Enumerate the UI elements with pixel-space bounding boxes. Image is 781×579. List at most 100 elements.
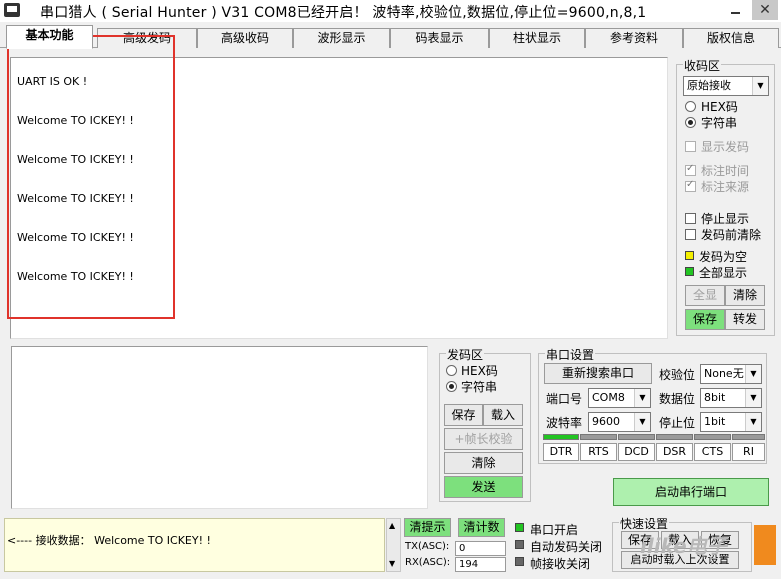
- chevron-down-icon: ▼: [634, 413, 650, 431]
- status-scrollbar[interactable]: ▲ ▼: [386, 518, 401, 572]
- dsr-button[interactable]: DSR: [656, 443, 693, 461]
- databits-value: 8bit: [704, 391, 726, 404]
- frame-recv-label: 帧接收关闭: [530, 557, 591, 571]
- corner-logo: [754, 525, 776, 565]
- send-panel: 发码区 HEX码 字符串 保存 载入 +帧长校验 清除 发送: [439, 346, 531, 502]
- stop-display-label: 停止显示: [701, 212, 750, 226]
- port-value: COM8: [592, 391, 625, 404]
- close-button[interactable]: ✕: [752, 0, 778, 20]
- send-string-radio[interactable]: [446, 381, 457, 392]
- mark-time-checkbox[interactable]: [685, 163, 696, 176]
- show-sent-checkbox[interactable]: [685, 141, 696, 152]
- ri-button[interactable]: RI: [732, 443, 765, 461]
- clear-before-send-checkbox[interactable]: [685, 229, 696, 240]
- send-textarea[interactable]: [11, 346, 428, 509]
- show-all-label: 全部显示: [699, 266, 748, 280]
- chevron-down-icon: ▼: [634, 389, 650, 407]
- window-title: 串口猎人 ( Serial Hunter ) V31 COM8已经开启！ 波特率…: [40, 5, 647, 21]
- tx-count-field: 0: [455, 541, 506, 556]
- rts-indicator: [580, 434, 617, 440]
- dtr-indicator: [543, 434, 579, 440]
- auto-send-led: [515, 540, 524, 549]
- tab-basic[interactable]: 基本功能: [6, 25, 93, 49]
- send-hex-radio[interactable]: [446, 365, 457, 376]
- scroll-up-icon[interactable]: ▲: [389, 521, 395, 530]
- cts-button[interactable]: CTS: [694, 443, 731, 461]
- send-string-label: 字符串: [461, 380, 498, 394]
- tx-label: TX(ASC):: [405, 541, 450, 552]
- port-open-label: 串口开启: [530, 523, 579, 537]
- receive-mode-select[interactable]: 原始接收 ▼: [683, 76, 769, 96]
- clear-hint-button[interactable]: 清提示: [404, 518, 451, 537]
- highlight-box: [7, 35, 175, 319]
- dsr-indicator: [656, 434, 693, 440]
- port-select[interactable]: COM8 ▼: [588, 388, 651, 408]
- parity-value: None无: [704, 367, 744, 380]
- parity-label: 校验位: [659, 368, 696, 382]
- baud-label: 波特率: [546, 416, 583, 430]
- stop-display-checkbox[interactable]: [685, 213, 696, 224]
- receive-panel-legend: 收码区: [683, 57, 722, 74]
- receive-mode-value: 原始接收: [687, 79, 731, 92]
- show-sent-label: 显示发码: [701, 140, 750, 154]
- tab-reference[interactable]: 参考资料: [585, 28, 683, 48]
- send-load-button[interactable]: 载入: [483, 404, 523, 426]
- baud-value: 9600: [592, 415, 620, 428]
- send-button[interactable]: 发送: [444, 476, 523, 498]
- databits-select[interactable]: 8bit ▼: [700, 388, 762, 408]
- databits-label: 数据位: [659, 392, 696, 406]
- tab-waveform[interactable]: 波形显示: [293, 28, 390, 48]
- stopbits-value: 1bit: [704, 415, 726, 428]
- close-icon: ✕: [759, 2, 771, 18]
- chevron-down-icon: ▼: [745, 389, 761, 407]
- app-icon: [4, 3, 20, 17]
- send-empty-led: [685, 251, 694, 260]
- mark-time-label: 标注时间: [701, 164, 750, 178]
- send-empty-label: 发码为空: [699, 250, 748, 264]
- clear-count-button[interactable]: 清计数: [458, 518, 505, 537]
- recv-hex-label: HEX码: [701, 100, 738, 114]
- chevron-down-icon: ▼: [752, 77, 768, 95]
- ri-indicator: [732, 434, 765, 440]
- open-port-button[interactable]: 启动串行端口: [613, 478, 769, 506]
- scroll-down-icon[interactable]: ▼: [389, 559, 395, 568]
- tab-bar-display[interactable]: 柱状显示: [489, 28, 585, 48]
- forward-button[interactable]: 转发: [725, 309, 765, 330]
- rx-label: RX(ASC):: [405, 557, 451, 568]
- send-clear-button[interactable]: 清除: [444, 452, 523, 474]
- port-settings-legend: 串口设置: [545, 346, 596, 363]
- recv-clear-button[interactable]: 清除: [725, 285, 765, 306]
- send-save-button[interactable]: 保存: [444, 404, 483, 426]
- show-all-led: [685, 267, 694, 276]
- minimize-button[interactable]: [725, 0, 747, 20]
- port-open-led: [515, 523, 524, 532]
- dcd-button[interactable]: DCD: [618, 443, 655, 461]
- recv-string-radio[interactable]: [685, 117, 696, 128]
- status-message: <---- 接收数据： Welcome TO ICKEY! !: [7, 534, 211, 547]
- stopbits-select[interactable]: 1bit ▼: [700, 412, 762, 432]
- dcd-indicator: [618, 434, 655, 440]
- tab-code-table[interactable]: 码表显示: [390, 28, 489, 48]
- tab-advanced-receive[interactable]: 高级收码: [197, 28, 293, 48]
- port-label: 端口号: [546, 392, 583, 406]
- mark-source-checkbox[interactable]: [685, 179, 696, 192]
- rescan-ports-button[interactable]: 重新搜索串口: [544, 363, 652, 384]
- status-message-area: <---- 接收数据： Welcome TO ICKEY! !: [4, 518, 385, 572]
- title-bar: 串口猎人 ( Serial Hunter ) V31 COM8已经开启！ 波特率…: [0, 0, 781, 22]
- baud-select[interactable]: 9600 ▼: [588, 412, 651, 432]
- mark-source-label: 标注来源: [701, 180, 750, 194]
- watermark: ilike电子: [640, 534, 727, 558]
- clear-before-send-label: 发码前清除: [701, 228, 762, 242]
- recv-hex-radio[interactable]: [685, 101, 696, 112]
- recv-save-button[interactable]: 保存: [685, 309, 725, 330]
- dtr-button[interactable]: DTR: [543, 443, 579, 461]
- tab-copyright[interactable]: 版权信息: [683, 28, 779, 48]
- cts-indicator: [694, 434, 731, 440]
- receive-panel: 收码区 原始接收 ▼ HEX码 字符串 显示发码 标注时间 标注来源 停止显示 …: [676, 57, 775, 336]
- frame-check-button[interactable]: +帧长校验: [444, 428, 523, 450]
- show-all-button[interactable]: 全显: [685, 285, 725, 306]
- parity-select[interactable]: None无 ▼: [700, 364, 762, 384]
- stopbits-label: 停止位: [659, 416, 696, 430]
- rx-count-field: 194: [455, 557, 506, 572]
- rts-button[interactable]: RTS: [580, 443, 617, 461]
